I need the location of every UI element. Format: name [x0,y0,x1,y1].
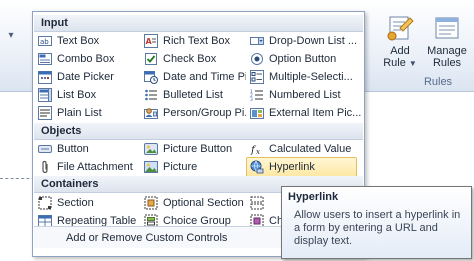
control-date-picker[interactable]: Date Picker [34,68,140,86]
check-box-icon [145,53,157,65]
drop-down-list-icon [250,37,264,45]
svg-text:A: A [146,37,153,46]
multiple-selection-list-icon [250,70,264,84]
control-combo-box[interactable]: Combo Box [34,50,140,68]
combo-box-icon [38,53,52,65]
bulleted-list-icon [145,89,157,101]
rules-group-label: Rules [423,76,453,88]
control-person-group-picker[interactable]: Person/Group Pi... [140,104,246,122]
control-rich-text-box[interactable]: A Rich Text Box [140,32,246,50]
section-icon [38,196,52,210]
svg-text:x: x [256,148,260,156]
control-numbered-list[interactable]: 123 Numbered List [246,86,362,104]
control-external-item-picker[interactable]: External Item Pic... [246,104,362,122]
manage-rules-button[interactable]: Manage Rules [422,14,472,76]
button-icon [38,145,52,153]
rules-group: Add Rule ▼ Manage Rules Rules [378,6,474,90]
add-rule-icon [387,16,414,41]
person-group-picker-icon [144,108,158,119]
control-list-box[interactable]: List Box [34,86,140,104]
external-item-picker-icon [250,108,264,119]
date-time-picker-icon [144,71,158,84]
section-header-objects: Objects [34,123,363,140]
numbered-list-icon: 123 [250,89,263,102]
hyperlink-icon [250,160,264,174]
control-check-box[interactable]: Check Box [140,50,246,68]
scroll-down-arrow-icon[interactable]: ▾ [4,30,18,46]
control-file-attachment[interactable]: File Attachment [34,158,140,176]
tooltip-title: Hyperlink [288,191,339,203]
hyperlink-tooltip: Hyperlink Allow users to insert a hyperl… [281,186,472,259]
control-section[interactable]: Section [34,194,140,212]
picture-button-icon [144,143,158,155]
optional-section-icon [144,196,158,210]
control-bulleted-list[interactable]: Bulleted List [140,86,246,104]
control-multiple-selection-list[interactable]: Multiple-Selecti... [246,68,362,86]
control-text-box[interactable]: ab Text Box [34,32,140,50]
picture-icon [144,161,158,173]
dropdown-caret-icon: ▼ [408,59,417,68]
control-drop-down-list[interactable]: Drop-Down List ... [246,32,362,50]
section-header-input: Input [34,15,363,32]
control-picture-button[interactable]: Picture Button [140,140,246,158]
calculated-value-icon: fx [250,145,260,156]
control-option-button[interactable]: Option Button [246,50,362,68]
control-calculated-value[interactable]: fx Calculated Value [246,140,362,158]
control-button[interactable]: Button [34,140,140,158]
control-hyperlink[interactable]: Hyperlink [246,157,357,177]
manage-rules-icon [435,17,459,39]
plain-list-icon [38,106,52,120]
svg-text:3: 3 [250,97,253,102]
control-date-time-picker[interactable]: Date and Time Pi... [140,68,246,86]
control-plain-list[interactable]: Plain List [34,104,140,122]
add-rule-button[interactable]: Add Rule ▼ [378,14,422,76]
svg-text:ab: ab [40,38,49,46]
control-optional-section[interactable]: Optional Section [140,194,246,212]
text-box-icon: ab [38,36,52,46]
date-picker-icon [38,71,52,84]
tooltip-body: Allow users to insert a hyperlink in a f… [294,209,461,247]
repeating-section-icon [250,196,264,210]
paperclip-icon [42,160,48,174]
control-picture[interactable]: Picture [140,158,246,176]
list-box-icon [38,88,52,102]
option-button-icon [251,53,263,65]
rich-text-box-icon: A [144,34,158,48]
